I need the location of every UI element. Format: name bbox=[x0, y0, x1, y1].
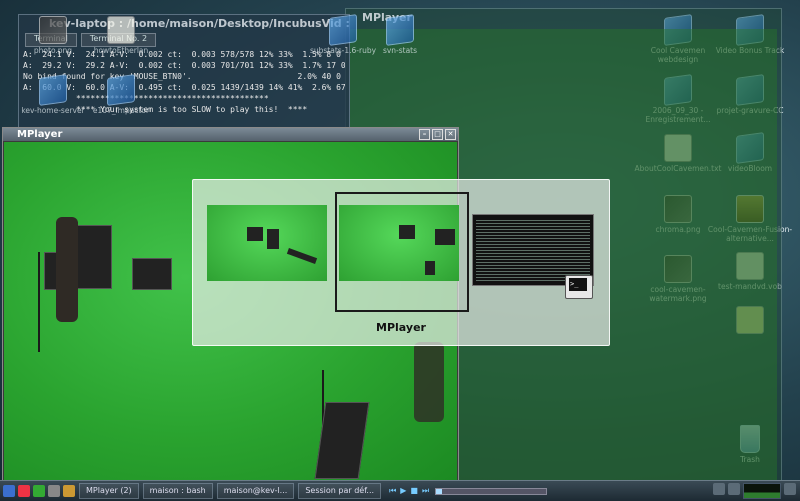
app-menu-icon[interactable] bbox=[3, 485, 15, 497]
play-icon[interactable]: ▶ bbox=[400, 486, 406, 496]
desktop-icon-label: svn-stats bbox=[382, 46, 418, 55]
minimize-button[interactable]: – bbox=[419, 129, 430, 140]
tray-icon[interactable] bbox=[713, 483, 725, 495]
window-thumbnail[interactable] bbox=[207, 205, 327, 281]
tray-icon[interactable] bbox=[728, 483, 740, 495]
amplifier bbox=[132, 258, 172, 290]
thumbnail-amp bbox=[247, 227, 263, 241]
desktop-icon-e107-impactor[interactable]: e107_impactor bbox=[76, 74, 166, 115]
media-progress-bar[interactable] bbox=[435, 487, 548, 495]
pedalboard bbox=[314, 402, 370, 479]
thumbnail-amp bbox=[267, 229, 279, 249]
desktop-icon-label: e107_impactor bbox=[92, 106, 150, 115]
next-icon[interactable]: ⏭ bbox=[422, 486, 429, 496]
task-mplayer[interactable]: MPlayer (2) bbox=[79, 483, 139, 499]
image-file-icon bbox=[39, 16, 67, 44]
task-session[interactable]: Session par déf... bbox=[298, 483, 382, 499]
desktop-icon-label: howtoEtherlan bbox=[93, 46, 149, 55]
close-button[interactable]: ✕ bbox=[445, 129, 456, 140]
selection-highlight bbox=[335, 192, 469, 312]
performer bbox=[414, 342, 444, 422]
launcher-icon[interactable] bbox=[33, 485, 45, 497]
mic-stand bbox=[38, 252, 40, 352]
folder-icon bbox=[329, 14, 357, 46]
task-konsole[interactable]: maison@kev-l... bbox=[216, 483, 295, 499]
launcher-icon[interactable] bbox=[63, 485, 75, 497]
folder-icon bbox=[39, 74, 67, 106]
switcher-selected-label: MPlayer bbox=[376, 321, 426, 334]
media-progress-fill bbox=[436, 488, 442, 494]
browser-icon[interactable] bbox=[18, 485, 30, 497]
taskbar: MPlayer (2) maison : bash maison@kev-l..… bbox=[0, 480, 800, 501]
terminal-line: A: 29.2 V: 29.2 A-V: 0.002 ct: 0.003 701… bbox=[23, 61, 345, 70]
folder-icon bbox=[107, 74, 135, 106]
prev-icon[interactable]: ⏮ bbox=[389, 486, 396, 496]
stop-icon[interactable]: ■ bbox=[410, 486, 418, 496]
media-controls: ⏮ ▶ ■ ⏭ bbox=[389, 486, 429, 496]
task-bash[interactable]: maison : bash bbox=[142, 483, 213, 499]
amplifier bbox=[74, 225, 112, 289]
guitarist bbox=[56, 217, 78, 322]
maximize-button[interactable]: □ bbox=[432, 129, 443, 140]
folder-icon bbox=[386, 14, 414, 46]
terminal-preview bbox=[476, 218, 590, 282]
system-tray bbox=[713, 483, 796, 499]
thumbnail-pedalboard bbox=[286, 248, 318, 264]
desktop-icon-howto[interactable]: howtoEtherlan bbox=[76, 16, 166, 55]
clock-icon[interactable] bbox=[784, 483, 796, 495]
window-switcher: MPlayer bbox=[192, 179, 610, 346]
window-title: MPlayer bbox=[17, 129, 63, 140]
desktop-icon-svn-stats[interactable]: svn-stats bbox=[355, 14, 445, 55]
launcher-icon[interactable] bbox=[48, 485, 60, 497]
terminal-app-icon bbox=[565, 275, 593, 299]
text-file-icon bbox=[107, 16, 135, 44]
window-titlebar[interactable]: MPlayer – □ ✕ bbox=[3, 128, 458, 141]
cpu-monitor bbox=[743, 483, 781, 499]
